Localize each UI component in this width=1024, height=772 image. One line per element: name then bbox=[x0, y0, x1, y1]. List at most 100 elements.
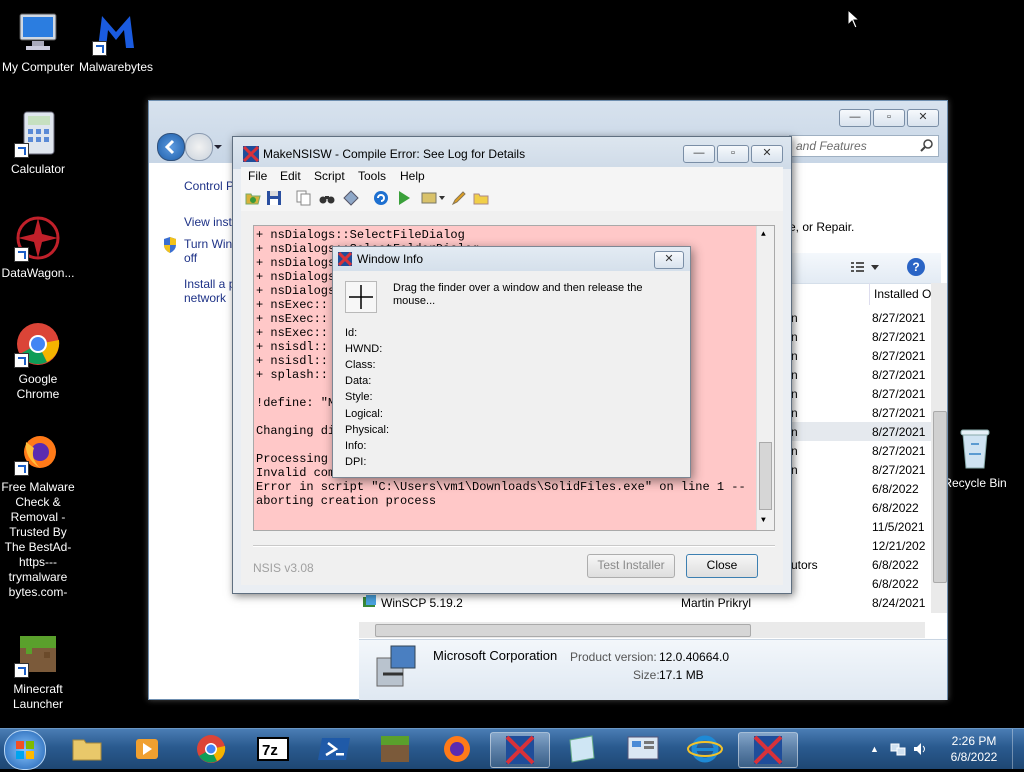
recent-pages-dropdown[interactable] bbox=[213, 141, 223, 151]
close-dialog-button[interactable]: Close bbox=[686, 554, 758, 578]
finder-instruction: Drag the finder over a window and then r… bbox=[393, 282, 643, 307]
program-installed-date: 8/27/2021 bbox=[872, 311, 926, 325]
program-publisher: n bbox=[791, 311, 798, 325]
firefox-icon bbox=[444, 736, 470, 762]
taskbar-media-player[interactable] bbox=[118, 732, 176, 766]
scrollbar-thumb[interactable] bbox=[759, 442, 772, 510]
view-options-icon[interactable] bbox=[851, 261, 879, 278]
scrollbar-thumb[interactable] bbox=[375, 624, 751, 637]
horizontal-scrollbar[interactable] bbox=[359, 622, 925, 638]
taskbar-powershell[interactable] bbox=[306, 732, 364, 766]
back-button[interactable] bbox=[157, 133, 185, 161]
compressor-icon[interactable] bbox=[421, 190, 447, 209]
shortcut-arrow-icon bbox=[14, 247, 29, 262]
desktop-icon-malwarebytes[interactable]: Malwarebytes bbox=[78, 8, 154, 75]
program-installed-date: 8/27/2021 bbox=[872, 368, 926, 382]
clock[interactable]: 2:26 PM 6/8/2022 bbox=[944, 733, 1004, 765]
open-script-icon[interactable] bbox=[245, 190, 261, 209]
chevron-down-icon bbox=[214, 145, 222, 149]
recycle-bin-icon bbox=[951, 424, 999, 472]
maximize-button[interactable]: ▫ bbox=[873, 109, 905, 127]
taskbar-control-panel[interactable] bbox=[614, 732, 672, 766]
details-company: Microsoft Corporation bbox=[433, 648, 558, 663]
desktop-icon-google-chrome[interactable]: Google Chrome bbox=[0, 320, 76, 402]
menu-edit[interactable]: Edit bbox=[280, 169, 301, 183]
test-installer-icon[interactable] bbox=[396, 190, 412, 209]
shortcut-arrow-icon bbox=[92, 41, 107, 56]
recompile-icon[interactable] bbox=[373, 190, 389, 209]
copy-icon[interactable] bbox=[296, 190, 312, 209]
field-id: Id: bbox=[345, 327, 358, 339]
program-installed-date: 6/8/2022 bbox=[872, 482, 919, 496]
search-icon bbox=[920, 138, 934, 155]
powershell-icon bbox=[318, 738, 350, 760]
taskbar-minecraft[interactable] bbox=[366, 732, 424, 766]
program-installed-date: 6/8/2022 bbox=[872, 558, 919, 572]
vertical-scrollbar[interactable] bbox=[931, 283, 947, 613]
minimize-button[interactable]: — bbox=[839, 109, 871, 127]
search-box[interactable]: and Features bbox=[789, 135, 939, 157]
taskbar-internet-explorer[interactable] bbox=[676, 732, 734, 766]
menu-tools[interactable]: Tools bbox=[358, 169, 386, 183]
desktop-icon-my-computer[interactable]: My Computer bbox=[0, 8, 76, 75]
minecraft-icon bbox=[14, 630, 62, 678]
taskbar: 7z ▲ 2:26 PM 6/8/2022 bbox=[0, 728, 1024, 770]
menu-file[interactable]: File bbox=[248, 169, 267, 183]
log-line: aborting creation process bbox=[256, 494, 437, 508]
control-panel-home-link[interactable]: Control P bbox=[184, 179, 234, 193]
installer-icon bbox=[373, 644, 419, 693]
close-button[interactable]: ✕ bbox=[907, 109, 939, 127]
taskbar-7zip[interactable]: 7z bbox=[244, 732, 302, 766]
test-installer-button[interactable]: Test Installer bbox=[587, 554, 675, 578]
edit-script-icon[interactable] bbox=[451, 190, 467, 209]
taskbar-firefox[interactable] bbox=[428, 732, 486, 766]
show-desktop-button[interactable] bbox=[1012, 729, 1024, 769]
menu-help[interactable]: Help bbox=[400, 169, 425, 183]
uninstall-hint-text: e, or Repair. bbox=[789, 220, 855, 234]
minimize-button[interactable]: — bbox=[683, 145, 715, 163]
volume-icon[interactable] bbox=[912, 741, 928, 760]
program-publisher: n bbox=[791, 425, 798, 439]
window-title: MakeNSISW - Compile Error: See Log for D… bbox=[263, 147, 526, 161]
network-icon[interactable] bbox=[890, 741, 906, 760]
menu-script[interactable]: Script bbox=[314, 169, 345, 183]
show-hidden-icons-icon[interactable]: ▲ bbox=[870, 744, 879, 754]
close-button[interactable]: ✕ bbox=[654, 251, 684, 269]
log-line: + nsDialogs::SelectFileDialog bbox=[256, 228, 465, 242]
close-button[interactable]: ✕ bbox=[751, 145, 783, 163]
scroll-down-icon[interactable]: ▼ bbox=[761, 514, 766, 528]
desktop-icon-datawagon[interactable]: DataWagon... bbox=[0, 214, 76, 281]
desktop-icon-label: Malwarebytes bbox=[78, 60, 154, 74]
desktop-icon-calculator[interactable]: Calculator bbox=[0, 110, 76, 177]
taskbar-makensisw[interactable] bbox=[490, 732, 550, 768]
find-icon[interactable] bbox=[319, 190, 335, 209]
program-name: WinSCP 5.19.2 bbox=[381, 596, 463, 610]
computer-icon bbox=[14, 8, 62, 56]
save-icon[interactable] bbox=[266, 190, 282, 209]
log-vertical-scrollbar[interactable]: ▲ ▼ bbox=[756, 226, 774, 530]
view-installed-updates-link[interactable]: View inst bbox=[184, 215, 232, 229]
settings-icon[interactable] bbox=[343, 190, 359, 209]
desktop-icon-minecraft-launcher[interactable]: Minecraft Launcher bbox=[0, 630, 76, 712]
desktop-icon-recycle-bin[interactable]: Recycle Bin bbox=[940, 424, 1010, 491]
minecraft-icon bbox=[381, 736, 409, 762]
scrollbar-thumb[interactable] bbox=[933, 411, 947, 583]
column-header-installed-on[interactable]: Installed O bbox=[869, 283, 940, 305]
toolbar bbox=[241, 185, 783, 212]
taskbar-notepad[interactable] bbox=[552, 732, 610, 766]
maximize-button[interactable]: ▫ bbox=[717, 145, 749, 163]
back-arrow-icon bbox=[164, 139, 175, 155]
start-button[interactable] bbox=[4, 730, 46, 770]
taskbar-makensisw-2[interactable] bbox=[738, 732, 798, 768]
scroll-up-icon[interactable]: ▲ bbox=[761, 228, 766, 242]
taskbar-chrome[interactable] bbox=[182, 732, 240, 766]
separator bbox=[253, 545, 775, 547]
search-input[interactable]: and Features bbox=[796, 139, 867, 153]
window-finder-crosshair[interactable] bbox=[345, 281, 377, 313]
desktop-icon-free-malware-check[interactable]: Free Malware Check & Removal - Trusted B… bbox=[0, 428, 76, 600]
help-icon[interactable]: ? bbox=[907, 258, 925, 276]
table-row[interactable]: WinSCP 5.19.2 Martin Prikryl 8/24/2021 bbox=[359, 593, 931, 612]
browse-script-icon[interactable] bbox=[473, 190, 489, 209]
taskbar-explorer[interactable] bbox=[58, 732, 116, 766]
forward-button[interactable] bbox=[185, 133, 213, 161]
